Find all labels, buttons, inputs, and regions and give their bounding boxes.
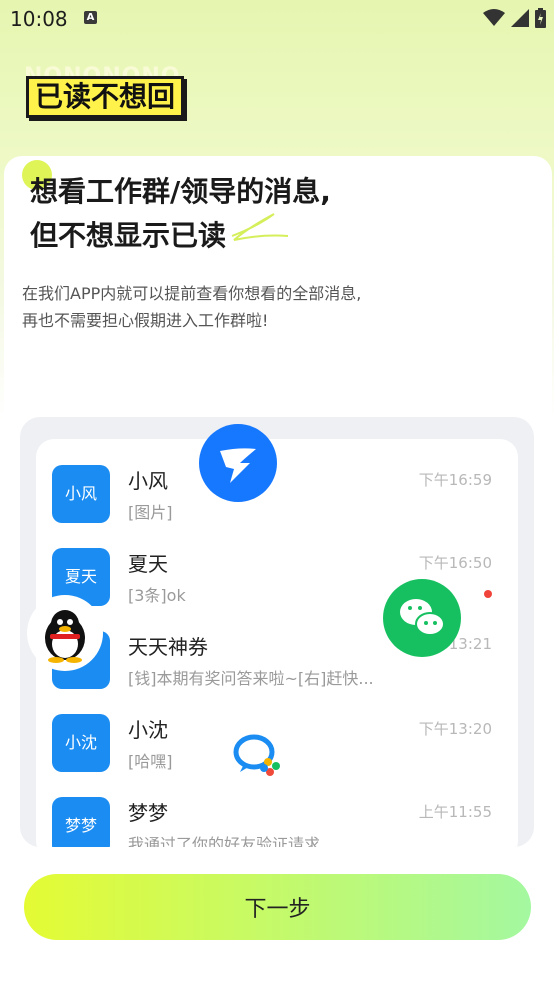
chat-name: 小沈	[128, 718, 168, 742]
unread-dot	[484, 590, 492, 598]
system-icons	[483, 8, 546, 28]
notification-icon: A	[84, 11, 97, 24]
chat-row[interactable]: 梦梦 梦梦 我通过了你的好友验证请求 上午11:55	[36, 795, 518, 847]
wecom-icon	[219, 717, 295, 793]
next-step-button[interactable]: 下一步	[24, 874, 531, 940]
chat-name: 天天神券	[128, 635, 208, 659]
battery-icon	[535, 8, 546, 28]
description-line-1: 在我们APP内就可以提前查看你想看的全部消息,	[22, 284, 362, 303]
scribble-decoration	[231, 213, 289, 241]
avatar: 梦梦	[52, 797, 110, 847]
chat-time: 上午11:55	[418, 803, 492, 821]
brand-logo: NONONONO 已读不想回	[22, 60, 222, 120]
status-time: 10:08	[10, 7, 68, 31]
brand-title: 已读不想回	[26, 76, 185, 118]
chat-name: 夏天	[128, 552, 168, 576]
avatar: 小风	[52, 465, 110, 523]
chat-message: [哈嘿]	[128, 752, 173, 771]
description: 在我们APP内就可以提前查看你想看的全部消息, 再也不需要担心假期进入工作群啦!	[22, 280, 361, 334]
chat-name: 小风	[128, 469, 168, 493]
wechat-icon	[383, 579, 461, 657]
wifi-icon	[483, 9, 505, 26]
chat-name: 梦梦	[128, 801, 168, 825]
status-bar: 10:08 A	[0, 0, 554, 38]
chat-time: 下午16:59	[418, 471, 492, 489]
signal-icon	[511, 9, 529, 27]
description-line-2: 再也不需要担心假期进入工作群啦!	[22, 311, 269, 330]
chat-message: 我通过了你的好友验证请求	[128, 835, 321, 847]
chat-time: 下午16:50	[418, 554, 492, 572]
chat-message: [图片]	[128, 503, 173, 522]
dingtalk-icon	[199, 424, 277, 502]
qq-icon	[27, 595, 103, 671]
avatar: 小沈	[52, 714, 110, 772]
chat-message: [3条]ok	[128, 586, 186, 605]
chat-message: [钱]本期有奖问答来啦~[右]赶快...	[128, 669, 374, 688]
chat-time: 下午13:20	[418, 720, 492, 738]
chat-row[interactable]: 小风 小风 [图片] 下午16:59	[36, 463, 518, 543]
